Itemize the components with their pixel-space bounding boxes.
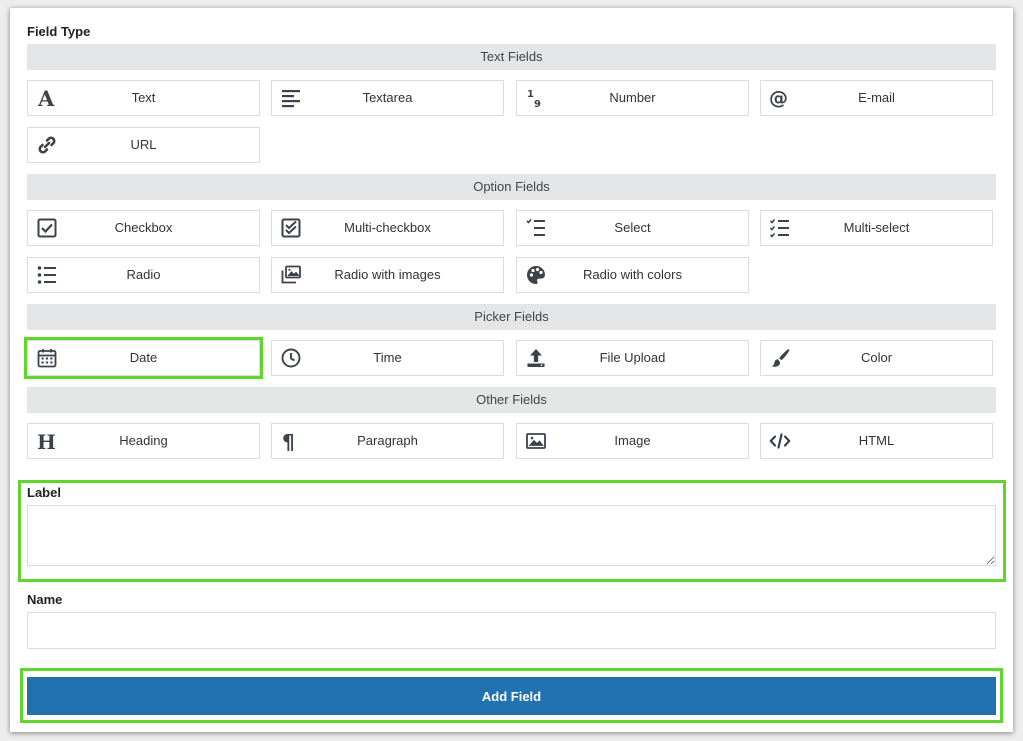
- label-textarea[interactable]: [27, 505, 996, 566]
- field-type-label-paragraph: Paragraph: [357, 433, 418, 448]
- add-field-button[interactable]: Add Field: [27, 677, 996, 715]
- field-type-text[interactable]: A Text: [27, 80, 260, 116]
- field-type-label-heading: Heading: [119, 433, 168, 448]
- field-type-label-html: HTML: [858, 433, 895, 448]
- field-type-radio[interactable]: Radio: [27, 257, 260, 293]
- field-type-label-image: Image: [614, 433, 651, 448]
- field-type-file-upload[interactable]: File Upload: [516, 340, 749, 376]
- field-type-label-date: Date: [129, 350, 158, 365]
- section-header-other-fields: Other Fields: [27, 387, 996, 413]
- field-type-number[interactable]: 19 Number: [516, 80, 749, 116]
- section-header-text-fields: Text Fields: [27, 44, 996, 70]
- field-type-image[interactable]: Image: [516, 423, 749, 459]
- field-type-label-select: Select: [614, 220, 651, 235]
- field-type-label-radio-with-colors: Radio with colors: [583, 267, 682, 282]
- label-field-label: Label: [27, 485, 61, 500]
- field-type-label-time: Time: [373, 350, 402, 365]
- field-type-color[interactable]: Color: [760, 340, 993, 376]
- name-field-label: Name: [27, 592, 63, 607]
- field-type-select[interactable]: Select: [516, 210, 749, 246]
- field-type-email[interactable]: @ E-mail: [760, 80, 993, 116]
- field-type-html[interactable]: HTML: [760, 423, 993, 459]
- field-type-url[interactable]: URL: [27, 127, 260, 163]
- field-type-label-textarea: Textarea: [362, 90, 413, 105]
- field-type-checkbox[interactable]: Checkbox: [27, 210, 260, 246]
- field-type-heading[interactable]: H Heading: [27, 423, 260, 459]
- field-type-date[interactable]: Date: [24, 337, 263, 379]
- field-type-label-text: Text: [131, 90, 156, 105]
- field-type-multi-checkbox[interactable]: Multi-checkbox: [271, 210, 504, 246]
- field-type-label-file-upload: File Upload: [599, 350, 666, 365]
- field-type-label-multi-select: Multi-select: [843, 220, 910, 235]
- field-type-time[interactable]: Time: [271, 340, 504, 376]
- field-type-label-multi-checkbox: Multi-checkbox: [344, 220, 431, 235]
- field-type-radio-with-colors[interactable]: Radio with colors: [516, 257, 749, 293]
- field-type-label: Field Type: [27, 24, 91, 39]
- field-type-paragraph[interactable]: ¶ Paragraph: [271, 423, 504, 459]
- field-type-label-email: E-mail: [858, 90, 895, 105]
- field-type-multi-select[interactable]: Multi-select: [760, 210, 993, 246]
- field-type-label-color: Color: [860, 350, 893, 365]
- field-type-label-number: Number: [609, 90, 656, 105]
- section-header-picker-fields: Picker Fields: [27, 304, 996, 330]
- field-type-label-checkbox: Checkbox: [114, 220, 173, 235]
- field-type-label-url: URL: [130, 137, 157, 152]
- name-input[interactable]: [27, 612, 996, 649]
- field-type-label-radio-with-images: Radio with images: [334, 267, 441, 282]
- field-editor-panel: Field Type Text Fields A Text Textarea 1…: [10, 8, 1013, 732]
- section-header-option-fields: Option Fields: [27, 174, 996, 200]
- field-type-radio-with-images[interactable]: Radio with images: [271, 257, 504, 293]
- field-type-textarea[interactable]: Textarea: [271, 80, 504, 116]
- field-type-label-radio: Radio: [126, 267, 161, 282]
